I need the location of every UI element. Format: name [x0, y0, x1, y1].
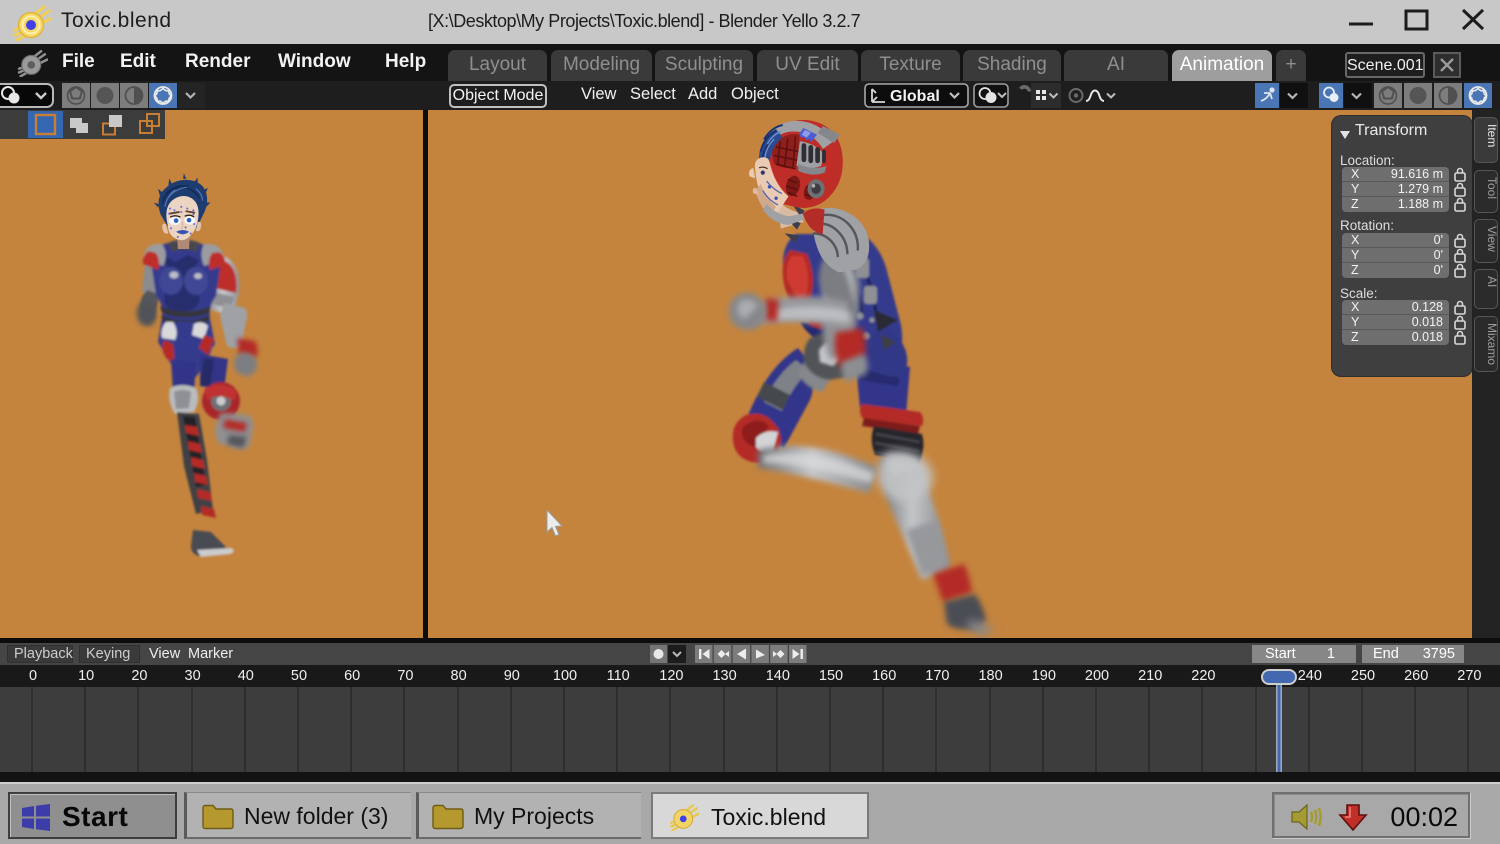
svg-text:Global: Global: [890, 88, 940, 105]
